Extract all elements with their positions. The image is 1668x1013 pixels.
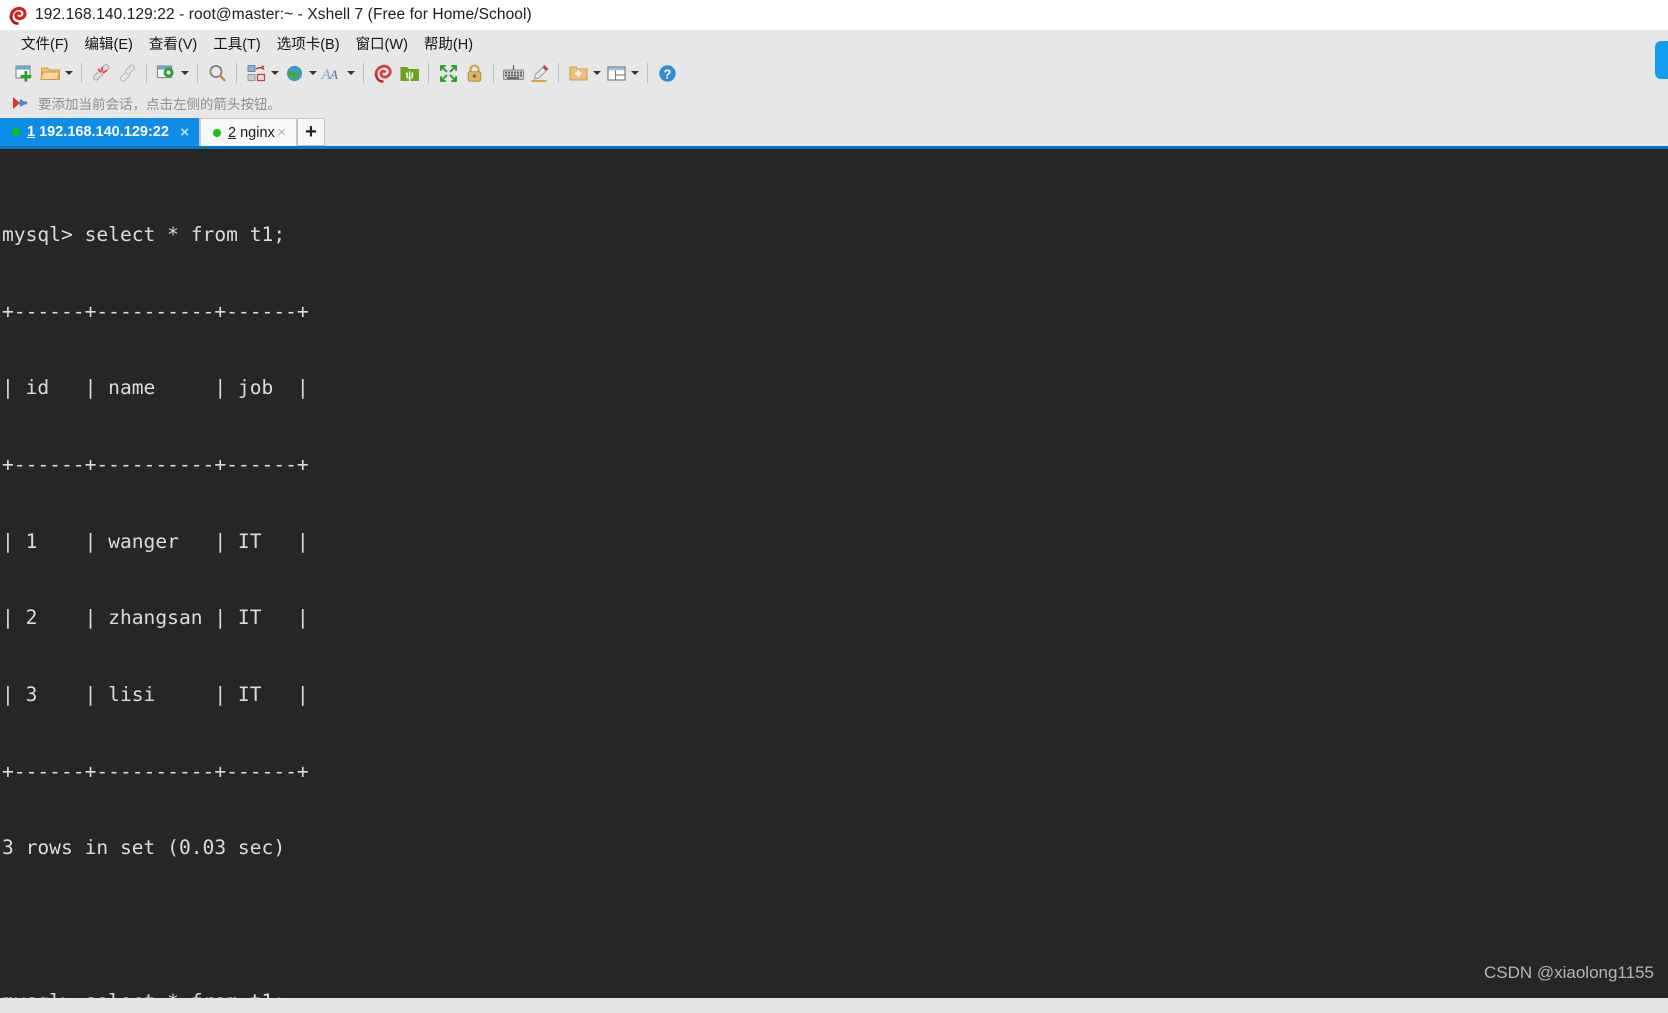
new-folder-dropdown-caret[interactable] [591,60,603,86]
toolbar-separator [363,63,364,83]
terminal-line: mysql> select * from t1; [2,223,286,247]
toolbar-separator [236,63,237,83]
menu-window[interactable]: 窗口(W) [348,31,416,56]
tab-label: 192.168.140.129:22 [39,124,169,140]
keyboard-icon[interactable] [500,60,526,86]
hint-bar: 要添加当前会话，点击左侧的箭头按钮。 [0,90,1668,206]
menu-help[interactable]: 帮助(H) [416,31,481,56]
xshell-window: 192.168.140.129:22 - root@master:~ - Xsh… [0,0,1668,1013]
terminal-line: | 2 | zhangsan | IT | [2,606,309,630]
toolbar-separator [81,63,82,83]
terminal-line: +------+----------+------+ [2,453,309,477]
terminal-line: | 3 | lisi | IT | [2,682,309,706]
globe-icon[interactable] [281,60,307,86]
toolbar-separator [146,63,147,83]
disconnect-icon[interactable] [88,60,114,86]
file-transfer-icon[interactable] [243,60,269,86]
window-title: 192.168.140.129:22 - root@master:~ - Xsh… [35,6,532,23]
title-bar: 192.168.140.129:22 - root@master:~ - Xsh… [0,0,1668,30]
status-bar [0,998,1668,1013]
help-icon[interactable]: ? [654,60,680,86]
tab-number: 2 [228,124,237,141]
tab-close-icon[interactable]: × [275,125,288,140]
tab-session-1[interactable]: 1 192.168.140.129:22 × [0,118,200,146]
new-folder-icon[interactable] [565,60,591,86]
file-transfer-dropdown-caret[interactable] [269,60,281,86]
tab-label: nginx [240,124,275,141]
font-size-dropdown-caret[interactable] [345,60,357,86]
toolbar: A A ψ ? [0,56,1668,146]
toolbar-separator [493,63,494,83]
session-properties-dropdown-caret[interactable] [179,60,191,86]
xshell-app-icon[interactable] [370,60,396,86]
toolbar-separator [647,63,648,83]
font-size-icon[interactable]: A A [319,60,345,86]
tab-bar: 1 192.168.140.129:22 × 2 nginx × + [0,116,1668,146]
open-folder-icon[interactable] [37,60,63,86]
menu-tools[interactable]: 工具(T) [205,31,269,56]
menu-view[interactable]: 查看(V) [141,31,205,56]
hint-text: 要添加当前会话，点击左侧的箭头按钮。 [38,97,281,112]
new-session-icon[interactable] [11,60,37,86]
tab-session-2[interactable]: 2 nginx × [200,118,297,146]
menu-file[interactable]: 文件(F) [13,31,77,56]
fullscreen-icon[interactable] [435,60,461,86]
lock-icon[interactable] [461,60,487,86]
find-icon[interactable] [204,60,230,86]
reconnect-icon[interactable] [114,60,140,86]
menu-bar: 文件(F) 编辑(E) 查看(V) 工具(T) 选项卡(B) 窗口(W) 帮助(… [0,30,1668,86]
tab-status-dot-icon [12,128,20,136]
toolbar-separator [197,63,198,83]
globe-dropdown-caret[interactable] [307,60,319,86]
terminal-text: mysql> select * from t1; +------+-------… [2,171,309,998]
terminal-line: 3 rows in set (0.03 sec) [2,836,286,860]
menu-tabs[interactable]: 选项卡(B) [269,31,348,56]
toolbar-separator [428,63,429,83]
side-panel-handle[interactable] [1655,41,1668,79]
watermark-text: CSDN @xiaolong1155 [1483,963,1654,982]
tab-number: 1 [27,124,36,140]
xftp-app-icon[interactable]: ψ [396,60,422,86]
terminal-line: +------+----------+------+ [2,299,309,323]
svg-text:A: A [329,67,338,82]
terminal-line: mysql> select * from t1; [2,989,309,999]
xshell-logo-icon [9,6,28,25]
split-layout-icon[interactable] [603,60,629,86]
terminal-output-pane[interactable]: mysql> select * from t1; +------+-------… [0,146,1668,998]
tab-status-dot-icon [213,128,221,137]
svg-text:?: ? [663,67,671,81]
svg-text:ψ: ψ [405,69,413,81]
split-layout-dropdown-caret[interactable] [629,60,641,86]
toolbar-separator [558,63,559,83]
red-arrow-icon [13,96,31,110]
terminal-line: +------+----------+------+ [2,759,309,783]
menu-edit[interactable]: 编辑(E) [77,31,141,56]
new-tab-button[interactable]: + [297,118,325,146]
open-folder-dropdown-caret[interactable] [63,60,75,86]
highlight-pen-icon[interactable] [526,60,552,86]
session-properties-icon[interactable] [153,60,179,86]
terminal-line: | id | name | job | [2,376,309,400]
tab-close-icon[interactable]: × [178,125,191,140]
terminal-line: | 1 | wanger | IT | [2,529,309,553]
